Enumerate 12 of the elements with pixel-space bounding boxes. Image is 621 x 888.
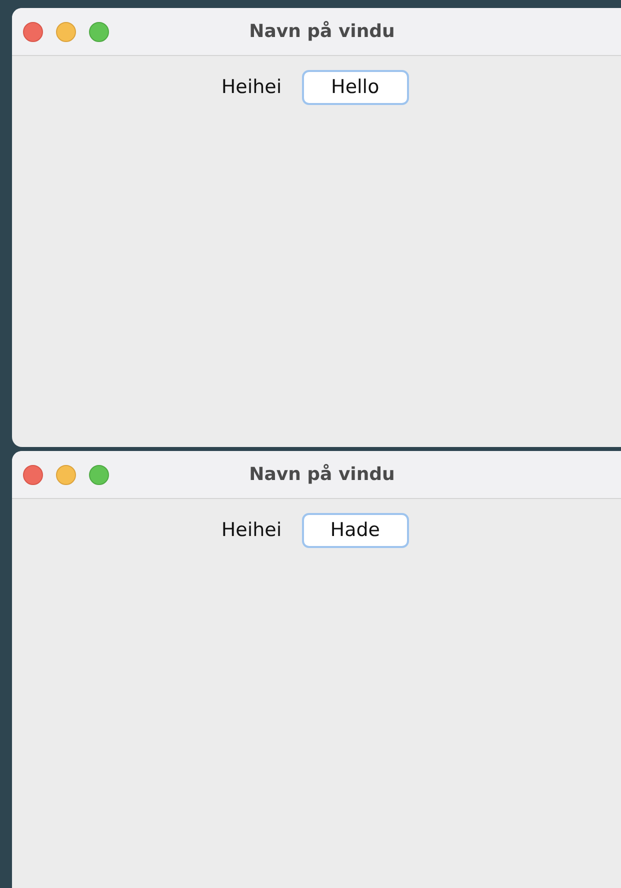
close-icon[interactable] — [23, 22, 43, 42]
zoom-icon[interactable] — [89, 464, 109, 484]
window-title: Navn på vindu — [249, 464, 395, 485]
close-icon[interactable] — [23, 464, 43, 484]
window-title: Navn på vindu — [249, 21, 395, 42]
zoom-icon[interactable] — [89, 22, 109, 42]
minimize-icon[interactable] — [56, 464, 76, 484]
push-button[interactable]: Hade — [302, 513, 409, 548]
minimize-icon[interactable] — [56, 22, 76, 42]
label: Heihei — [221, 518, 282, 544]
push-button[interactable]: Hello — [302, 70, 409, 105]
label: Heihei — [221, 75, 282, 100]
